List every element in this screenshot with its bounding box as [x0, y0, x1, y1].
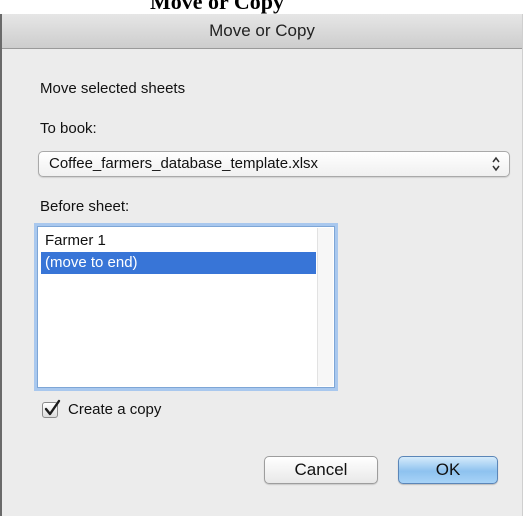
- to-book-value: Coffee_farmers_database_template.xlsx: [49, 155, 319, 172]
- list-scrollbar[interactable]: [317, 228, 333, 386]
- to-book-select[interactable]: Coffee_farmers_database_template.xlsx: [38, 151, 510, 177]
- checkmark-icon: [44, 399, 61, 416]
- to-book-label: To book:: [40, 120, 97, 137]
- window-right-edge: [522, 14, 523, 516]
- dialog-title: Move or Copy: [2, 14, 522, 49]
- cancel-button[interactable]: Cancel: [264, 456, 378, 484]
- sheet-list-items: Farmer 1 (move to end): [41, 230, 316, 384]
- updown-chevron-icon: [491, 155, 501, 173]
- create-copy-label: Create a copy: [68, 401, 162, 418]
- create-copy-checkbox[interactable]: [42, 399, 61, 418]
- move-selected-sheets-label: Move selected sheets: [40, 80, 186, 97]
- before-sheet-list[interactable]: Farmer 1 (move to end): [37, 226, 335, 388]
- list-item-move-to-end[interactable]: (move to end): [41, 252, 316, 274]
- background-heading: Move or Copy: [150, 0, 285, 14]
- list-item-farmer-1[interactable]: Farmer 1: [41, 230, 316, 252]
- move-or-copy-dialog: Move or Copy Move selected sheets To boo…: [2, 14, 522, 516]
- ok-button[interactable]: OK: [398, 456, 498, 484]
- before-sheet-label: Before sheet:: [40, 198, 130, 215]
